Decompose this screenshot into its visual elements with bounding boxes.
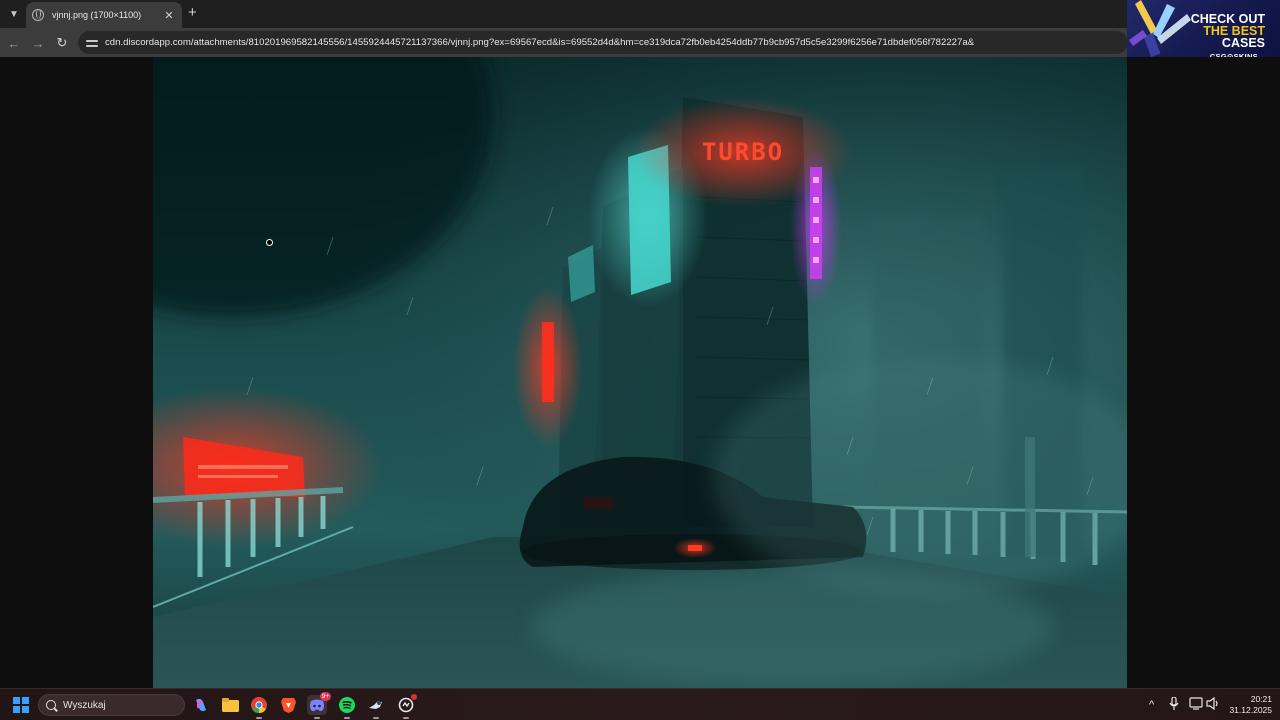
running-indicator xyxy=(314,717,320,719)
new-tab-plus-icon[interactable]: + xyxy=(188,5,197,20)
address-url[interactable]: cdn.discordapp.com/attachments/810201969… xyxy=(105,37,974,48)
site-info-icon[interactable] xyxy=(86,38,98,48)
search-icon xyxy=(46,700,56,710)
image-viewer: TURBO xyxy=(0,57,1280,688)
ad-banner[interactable]: CHECK OUT THE BEST CASES CSG⊙SKINS xyxy=(1127,0,1280,62)
taskbar-search-placeholder: Wyszukaj xyxy=(63,699,106,711)
back-arrow-icon[interactable]: ← xyxy=(5,34,23,52)
turbo-sign: TURBO xyxy=(702,138,784,166)
cyberpunk-rain-artwork[interactable]: TURBO xyxy=(153,57,1127,688)
system-clock[interactable]: 20:21 31.12.2025 xyxy=(1222,694,1272,716)
browser-toolbar: ← → ↻ cdn.discordapp.com/attachments/810… xyxy=(0,28,1280,57)
clock-time: 20:21 xyxy=(1250,694,1272,704)
steam-icon[interactable] xyxy=(366,695,386,719)
taskbar-search-box[interactable]: Wyszukaj xyxy=(38,694,185,716)
chrome-icon[interactable] xyxy=(249,695,269,719)
windows-taskbar: Wyszukaj 9+ ^ 20:21 31.12.2025 xyxy=(0,688,1280,720)
close-icon[interactable]: ✕ xyxy=(162,9,176,22)
app-alert-dot xyxy=(411,694,417,700)
copilot-icon[interactable] xyxy=(191,695,211,715)
address-bar[interactable]: cdn.discordapp.com/attachments/810201969… xyxy=(78,31,1128,54)
globe-icon xyxy=(32,9,44,21)
running-indicator xyxy=(373,717,379,719)
tray-chevron-up-icon[interactable]: ^ xyxy=(1149,697,1154,713)
clock-date: 31.12.2025 xyxy=(1229,705,1272,715)
running-indicator xyxy=(403,717,409,719)
running-indicator xyxy=(344,717,350,719)
app-icon[interactable] xyxy=(396,694,417,719)
ad-headline-3: CASES xyxy=(1221,36,1265,50)
mouse-cursor-icon xyxy=(266,239,273,246)
reload-icon[interactable]: ↻ xyxy=(53,34,71,52)
windows-start-icon[interactable] xyxy=(13,697,29,713)
forward-arrow-icon[interactable]: → xyxy=(29,34,47,52)
volume-icon[interactable] xyxy=(1206,696,1220,715)
network-icon[interactable] xyxy=(1189,697,1203,715)
microphone-icon[interactable] xyxy=(1169,696,1179,716)
discord-icon[interactable]: 9+ xyxy=(307,692,331,719)
tab-strip: ▼ vjnnj.png (1700×1100) ✕ + xyxy=(0,0,1280,28)
folder-icon[interactable] xyxy=(220,695,240,715)
brave-icon[interactable] xyxy=(278,695,298,715)
discord-notification-badge: 9+ xyxy=(320,692,331,701)
tab-title: vjnnj.png (1700×1100) xyxy=(52,10,142,20)
artwork-image: TURBO xyxy=(153,57,1127,688)
knife-art-icon xyxy=(1129,0,1191,58)
tab-image[interactable]: vjnnj.png (1700×1100) ✕ xyxy=(26,2,182,28)
spotify-icon[interactable] xyxy=(337,695,357,719)
tab-search-chevron-down-icon[interactable]: ▼ xyxy=(5,5,23,23)
running-indicator xyxy=(256,717,262,719)
